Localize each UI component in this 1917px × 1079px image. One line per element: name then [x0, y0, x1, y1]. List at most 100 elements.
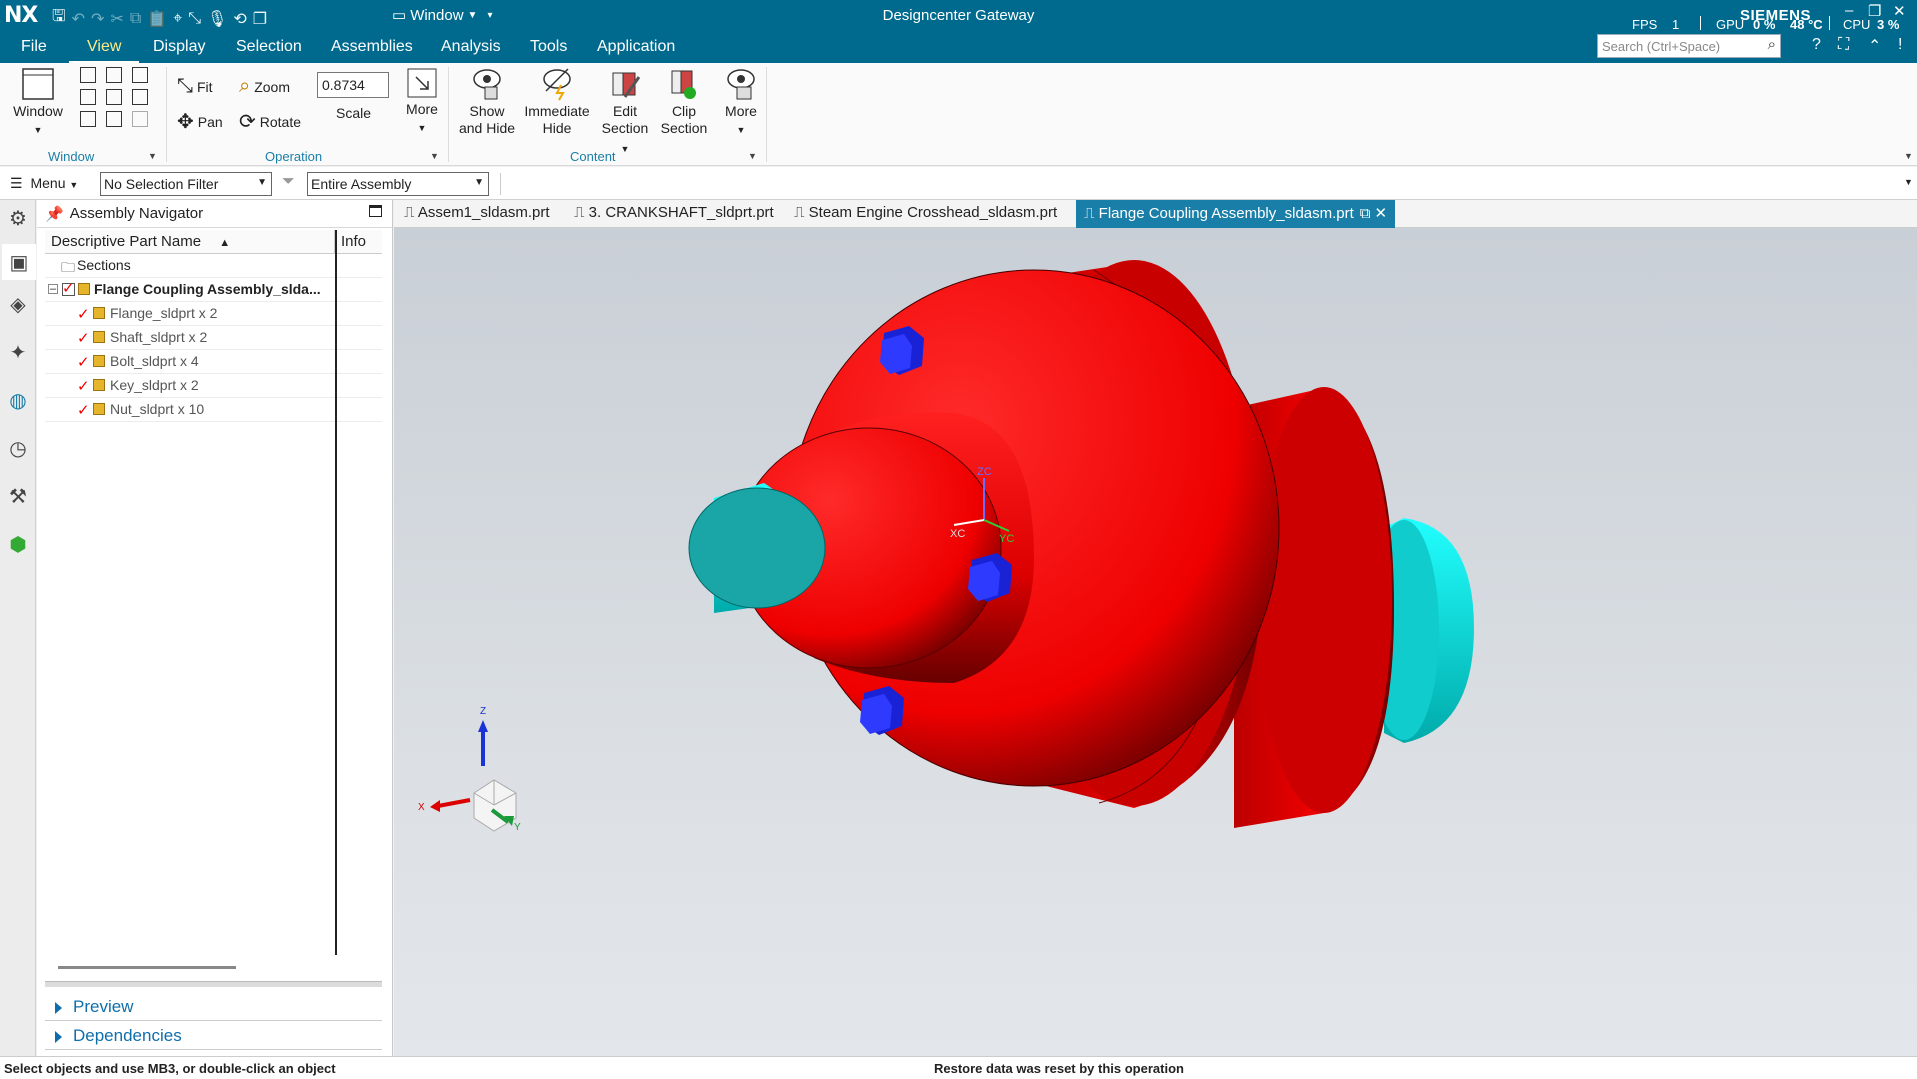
- constraint-navigator-icon[interactable]: ◈: [6, 292, 30, 316]
- tree-row-component[interactable]: ✓ Key_sldprt x 2: [45, 374, 382, 398]
- panel-splitter[interactable]: [45, 981, 382, 987]
- tree-row-component[interactable]: ✓ Flange_sldprt x 2: [45, 302, 382, 326]
- tab-crankshaft[interactable]: ⎍ 3. CRANKSHAFT_sldprt.prt: [574, 204, 774, 221]
- immediate-hide-button[interactable]: Immediate Hide: [522, 67, 592, 137]
- web-browser-icon[interactable]: ◍: [6, 388, 30, 412]
- window-group-expand-icon[interactable]: ▼: [148, 151, 157, 161]
- tab-label: Assem1_sldasm.prt: [417, 204, 550, 221]
- pan-button[interactable]: ✥ Pan: [177, 109, 223, 134]
- menu-selection[interactable]: Selection: [236, 38, 302, 56]
- column-info[interactable]: Info: [335, 230, 372, 253]
- check-icon[interactable]: ✓: [77, 377, 90, 395]
- scope-dropdown[interactable]: Entire Assembly ▼: [307, 172, 489, 196]
- check-icon: ✓: [62, 280, 75, 297]
- menu-display[interactable]: Display: [153, 38, 205, 56]
- tree-row-component[interactable]: ✓ Nut_sldprt x 10: [45, 398, 382, 422]
- fullscreen-icon[interactable]: ⛶: [1838, 36, 1849, 54]
- menu-button[interactable]: ☰ Menu ▼: [10, 175, 78, 192]
- menu-file[interactable]: File: [21, 38, 47, 56]
- check-icon[interactable]: ✓: [77, 329, 90, 347]
- window-button[interactable]: Window ▼: [10, 67, 66, 139]
- root-assembly-label: Flange Coupling Assembly_slda...: [94, 281, 321, 297]
- view-orientation-triad[interactable]: Z X Y: [418, 706, 521, 833]
- rotate-button[interactable]: ⟳ Rotate: [239, 109, 301, 134]
- bolt-head[interactable]: [880, 326, 924, 375]
- selection-bar: ☰ Menu ▼ No Selection Filter ▼ ⏷ Entire …: [0, 167, 1917, 200]
- scale-input[interactable]: 0.8734: [317, 72, 389, 98]
- minimize-icon[interactable]: –: [1845, 2, 1853, 19]
- close-tab-icon[interactable]: ✕: [1375, 205, 1388, 222]
- more-content-button[interactable]: More ▼: [720, 67, 762, 139]
- scale-label: Scale: [336, 105, 372, 121]
- navigator-title: Assembly Navigator: [69, 205, 204, 222]
- dependencies-panel-toggle[interactable]: Dependencies: [45, 1022, 382, 1050]
- menu-application[interactable]: Application: [597, 38, 675, 56]
- tab-steam-engine[interactable]: ⎍ Steam Engine Crosshead_sldasm.prt: [794, 204, 1057, 221]
- tree-row-component[interactable]: ✓ Shaft_sldprt x 2: [45, 326, 382, 350]
- part-navigator-icon[interactable]: ✦: [6, 340, 30, 364]
- tools-icon[interactable]: ⚒: [6, 484, 30, 508]
- close-icon[interactable]: ✕: [1893, 2, 1906, 20]
- filter-funnel-icon[interactable]: ⏷: [282, 173, 295, 191]
- tree-row-component[interactable]: ✓ Bolt_sldprt x 4: [45, 350, 382, 374]
- roles-icon[interactable]: ⬢: [6, 532, 30, 556]
- help-icon[interactable]: ?: [1812, 36, 1821, 54]
- preview-panel-toggle[interactable]: Preview: [45, 993, 382, 1021]
- restore-icon[interactable]: ❐: [1868, 2, 1881, 20]
- check-icon[interactable]: ✓: [77, 353, 90, 371]
- rotate-icon: ⟳: [239, 111, 256, 133]
- layout-two-horizontal-icon[interactable]: [132, 67, 148, 83]
- menu-analysis[interactable]: Analysis: [441, 38, 501, 56]
- horizontal-scrollbar[interactable]: [58, 966, 236, 969]
- check-icon[interactable]: ✓: [77, 401, 90, 419]
- assembly-navigator-icon[interactable]: ▣: [2, 244, 36, 280]
- tree-row-root[interactable]: – ✓ Flange Coupling Assembly_slda...: [45, 278, 382, 302]
- layout-four-icon[interactable]: [106, 89, 122, 105]
- graphics-window[interactable]: ZC XC YC Z X Y: [394, 228, 1917, 1056]
- tab-assem1[interactable]: ⎍ Assem1_sldasm.prt: [404, 204, 550, 221]
- layout-three-bottom-icon[interactable]: [80, 111, 96, 127]
- pin-icon[interactable]: 📌: [45, 205, 64, 223]
- more-operation-button[interactable]: More ▼: [402, 67, 442, 137]
- layout-three-left-icon[interactable]: [80, 89, 96, 105]
- ribbon-options-icon[interactable]: ▼: [1904, 151, 1913, 161]
- history-icon[interactable]: ◷: [6, 436, 30, 460]
- settings-icon[interactable]: ⚙: [6, 206, 30, 230]
- bolt-head[interactable]: [968, 553, 1012, 602]
- fit-button[interactable]: ⤡ Fit: [177, 75, 213, 98]
- layout-six-icon[interactable]: [106, 111, 122, 127]
- search-input[interactable]: Search (Ctrl+Space) ⌕: [1597, 34, 1781, 58]
- clip-section-button[interactable]: Clip Section: [658, 67, 710, 137]
- alert-icon[interactable]: !: [1898, 36, 1902, 54]
- layout-four-alt-icon[interactable]: [132, 89, 148, 105]
- column-descriptive-part-name[interactable]: Descriptive Part Name ▲: [45, 230, 335, 253]
- menu-view[interactable]: View: [68, 38, 140, 64]
- tab-flange-coupling[interactable]: ⎍ Flange Coupling Assembly_sldasm.prt ⧉ ✕: [1076, 200, 1396, 228]
- zoom-button[interactable]: ⌕ Zoom: [239, 75, 290, 98]
- search-icon[interactable]: ⌕: [1768, 36, 1776, 53]
- check-icon[interactable]: ✓: [77, 305, 90, 323]
- edit-section-button[interactable]: Edit Section ▼: [597, 67, 653, 158]
- edit-section-icon: [612, 72, 641, 98]
- selection-filter-dropdown[interactable]: No Selection Filter ▼: [100, 172, 272, 196]
- layout-single-icon[interactable]: [80, 67, 96, 83]
- part-icon: [93, 355, 105, 367]
- collapse-ribbon-icon[interactable]: ⌃: [1868, 36, 1881, 56]
- selection-bar-options-icon[interactable]: ▼: [1904, 177, 1913, 187]
- menu-assemblies[interactable]: Assemblies: [331, 38, 413, 56]
- undock-icon[interactable]: ⧉: [1360, 205, 1371, 222]
- collapse-icon[interactable]: –: [48, 284, 58, 295]
- content-group-expand-icon[interactable]: ▼: [748, 151, 757, 161]
- x-label: X: [418, 802, 425, 813]
- bolt-head[interactable]: [860, 686, 904, 735]
- layout-nine-icon[interactable]: [132, 111, 148, 127]
- model-view[interactable]: ZC XC YC Z X Y: [394, 228, 1917, 1056]
- tree-row-sections[interactable]: 🗀 Sections: [45, 254, 382, 278]
- menu-tools[interactable]: Tools: [530, 38, 567, 56]
- component-label: Nut_sldprt x 10: [110, 401, 205, 417]
- operation-group-expand-icon[interactable]: ▼: [430, 151, 439, 161]
- layout-two-vertical-icon[interactable]: [106, 67, 122, 83]
- fit-icon: ⤡: [177, 75, 193, 97]
- show-and-hide-button[interactable]: Show and Hide: [455, 67, 519, 137]
- maximize-icon[interactable]: [369, 205, 382, 217]
